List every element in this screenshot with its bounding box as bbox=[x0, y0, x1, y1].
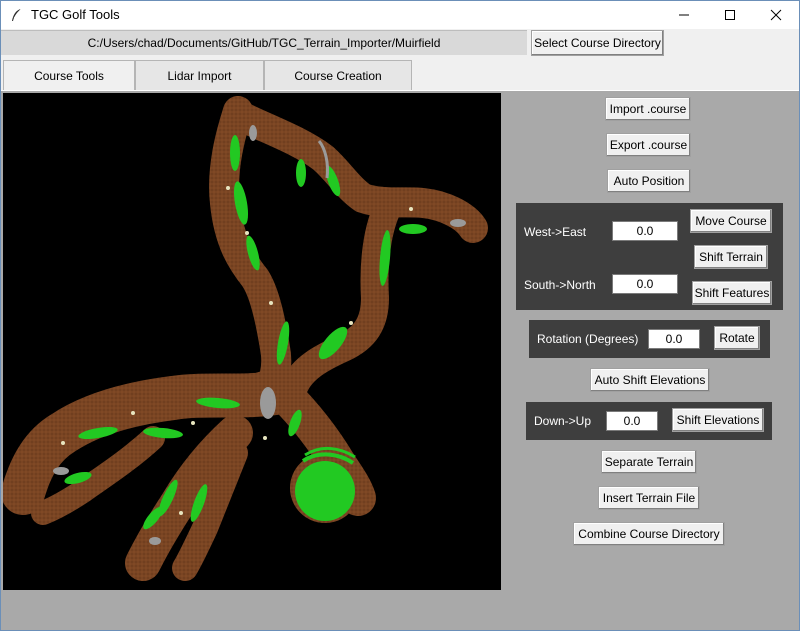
minimize-icon bbox=[679, 14, 689, 16]
select-course-directory-button[interactable]: Select Course Directory bbox=[531, 30, 664, 56]
tab-course-tools[interactable]: Course Tools bbox=[3, 60, 135, 90]
shift-features-button[interactable]: Shift Features bbox=[692, 281, 772, 305]
separate-terrain-button[interactable]: Separate Terrain bbox=[601, 450, 697, 474]
rotation-panel: Rotation (Degrees) Rotate bbox=[529, 320, 770, 358]
course-map-canvas bbox=[1, 96, 488, 581]
combine-course-directory-button[interactable]: Combine Course Directory bbox=[573, 522, 725, 546]
rotation-label: Rotation (Degrees) bbox=[537, 332, 639, 346]
insert-terrain-file-button[interactable]: Insert Terrain File bbox=[598, 486, 700, 510]
close-button[interactable] bbox=[753, 1, 799, 29]
course-directory-path: C:/Users/chad/Documents/GitHub/TGC_Terra… bbox=[1, 30, 527, 55]
south-north-input[interactable] bbox=[612, 274, 678, 294]
tab-lidar-import[interactable]: Lidar Import bbox=[135, 60, 264, 90]
elevation-panel: Down->Up Shift Elevations bbox=[526, 402, 772, 440]
shift-terrain-button[interactable]: Shift Terrain bbox=[694, 245, 768, 269]
close-icon bbox=[770, 9, 782, 21]
auto-position-button[interactable]: Auto Position bbox=[607, 169, 691, 193]
move-course-button[interactable]: Move Course bbox=[690, 209, 772, 233]
import-course-button[interactable]: Import .course bbox=[605, 97, 691, 121]
west-east-input[interactable] bbox=[612, 221, 678, 241]
south-north-label: South->North bbox=[524, 278, 596, 292]
maximize-button[interactable] bbox=[707, 1, 753, 29]
minimize-button[interactable] bbox=[661, 1, 707, 29]
window-title: TGC Golf Tools bbox=[31, 7, 120, 22]
west-east-label: West->East bbox=[524, 225, 587, 239]
shift-elevations-button[interactable]: Shift Elevations bbox=[672, 408, 764, 432]
down-up-input[interactable] bbox=[606, 411, 658, 431]
auto-shift-elevations-button[interactable]: Auto Shift Elevations bbox=[590, 368, 710, 392]
rotate-button[interactable]: Rotate bbox=[714, 326, 760, 350]
translate-panel: West->East South->North Move Course Shif… bbox=[516, 203, 783, 310]
terrain bbox=[1, 96, 488, 581]
rotation-input[interactable] bbox=[648, 329, 700, 349]
course-map[interactable] bbox=[1, 93, 501, 590]
course-tools-panel: Import .course Export .course Auto Posit… bbox=[1, 90, 799, 630]
tab-course-creation[interactable]: Course Creation bbox=[264, 60, 412, 90]
feather-icon bbox=[12, 8, 22, 21]
maximize-icon bbox=[725, 10, 735, 20]
title-bar: TGC Golf Tools bbox=[1, 1, 799, 29]
down-up-label: Down->Up bbox=[534, 414, 592, 428]
app-window: TGC Golf Tools C:/Users/chad/Documents/G… bbox=[0, 0, 800, 631]
export-course-button[interactable]: Export .course bbox=[606, 133, 691, 157]
